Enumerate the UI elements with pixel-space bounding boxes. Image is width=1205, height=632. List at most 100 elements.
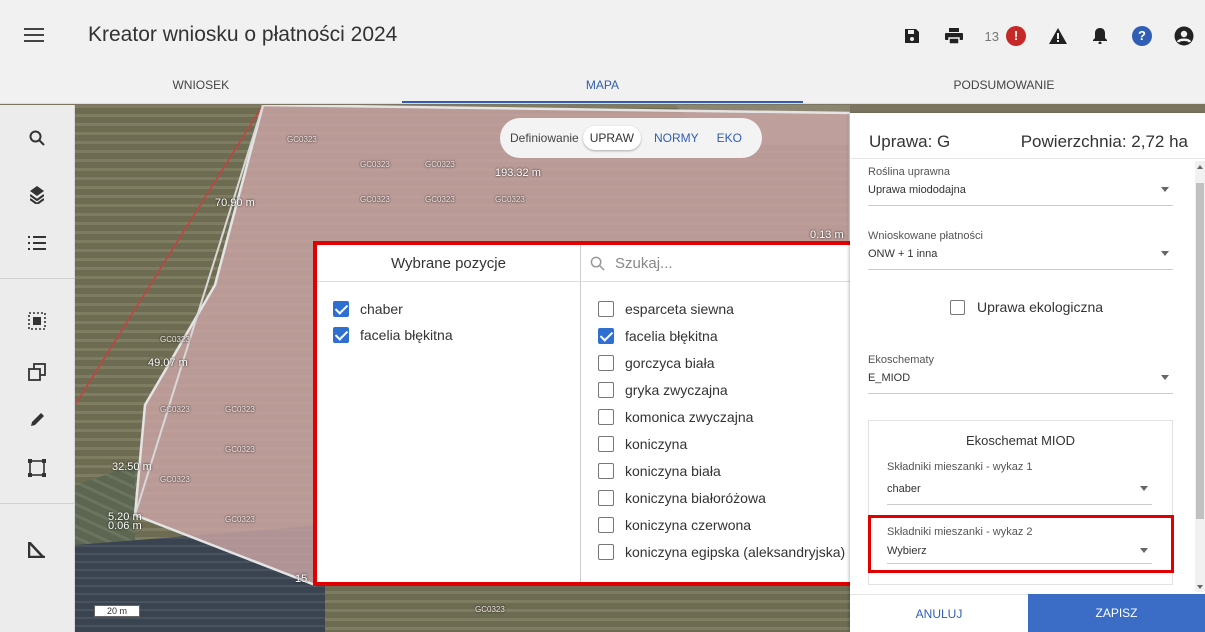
option-item[interactable]: gryka zwyczajna (598, 382, 728, 398)
mixture-list2-value: Wybierz (887, 545, 927, 557)
crop-select[interactable]: Roślina uprawna Uprawa miododajna (868, 166, 1173, 206)
panel-area: Powierzchnia: 2,72 ha (1020, 132, 1188, 151)
selected-item[interactable]: chaber (333, 301, 403, 317)
checkbox-icon[interactable] (598, 490, 614, 506)
parcel-label: GC0323 (287, 135, 317, 144)
option-label: komonica zwyczajna (625, 409, 754, 425)
list-icon[interactable] (22, 228, 52, 258)
option-label: facelia błękitna (625, 328, 718, 344)
tab-mapa[interactable]: MAPA (401, 70, 804, 103)
tab-wniosek[interactable]: WNIOSEK (0, 70, 402, 103)
scroll-up-icon[interactable] (1197, 165, 1203, 169)
mixture-list2-select[interactable]: Składniki mieszanki - wykaz 2 Wybierz (887, 526, 1152, 564)
map-measure-label: 0.13 m (810, 229, 844, 241)
search-input[interactable]: Szukaj... (582, 245, 857, 282)
option-item[interactable]: koniczyna biała (598, 463, 721, 479)
selected-item-label: facelia błękitna (360, 327, 453, 343)
checkbox-icon[interactable] (598, 463, 614, 479)
options-pane: Szukaj... esparceta siewna facelia błęki… (582, 245, 857, 582)
mode-eko-button[interactable]: EKO (710, 126, 749, 150)
map-measure-label: 32.50 m (112, 461, 152, 473)
app-header: Kreator wniosku o płatności 2024 13 ! ? (0, 0, 1205, 70)
organic-crop-label: Uprawa ekologiczna (977, 299, 1104, 315)
toolbar-divider (0, 278, 75, 279)
checkbox-checked-icon[interactable] (333, 301, 349, 317)
parcel-label: GC0323 (425, 160, 455, 169)
app-title: Kreator wniosku o płatności 2024 (88, 23, 398, 46)
pencil-icon[interactable] (22, 405, 52, 435)
mixture-list1-value: chaber (887, 483, 921, 495)
mixture-list1-select[interactable]: Składniki mieszanki - wykaz 1 chaber (887, 461, 1152, 505)
selected-item[interactable]: facelia błękitna (333, 327, 453, 343)
parcel-label: GC0323 (425, 195, 455, 204)
option-label: koniczyna (625, 436, 688, 452)
chevron-down-icon (1140, 548, 1148, 553)
option-item[interactable]: facelia błękitna (598, 328, 718, 344)
map-measure-label: 49.07 m (148, 357, 188, 369)
checkbox-icon[interactable] (598, 544, 614, 560)
checkbox-checked-icon[interactable] (333, 327, 349, 343)
mixture-multiselect-popup: Wybrane pozycje chaber facelia błękitna … (313, 241, 861, 586)
payments-select[interactable]: Wnioskowane płatności ONW + 1 inna (868, 230, 1173, 270)
save-icon[interactable] (901, 25, 923, 47)
option-item[interactable]: esparceta siewna (598, 301, 734, 317)
cancel-button[interactable]: ANULUJ (850, 594, 1028, 632)
option-label: koniczyna białoróżowa (625, 490, 766, 506)
panel-scrollbar-thumb[interactable] (1196, 183, 1204, 519)
checkbox-icon[interactable] (598, 382, 614, 398)
ecoschemes-select-label: Ekoschematy (868, 354, 935, 366)
map-measure-label: 70.90 m (215, 197, 255, 209)
option-item[interactable]: koniczyna egipska (aleksandryjska) (598, 544, 845, 560)
header-actions: 13 ! ? (901, 24, 1195, 48)
bounding-box-icon[interactable] (22, 453, 52, 483)
panel-scrollbar[interactable] (1195, 161, 1205, 592)
hamburger-menu-icon[interactable] (24, 28, 44, 44)
error-icon[interactable]: ! (1005, 25, 1027, 47)
panel-title: Uprawa: G (869, 132, 951, 151)
layers-icon[interactable] (22, 180, 52, 210)
search-icon[interactable] (22, 123, 52, 153)
parcel-label: GC0323 (360, 195, 390, 204)
search-placeholder: Szukaj... (615, 254, 673, 272)
user-icon[interactable] (1173, 25, 1195, 47)
chevron-down-icon (1161, 187, 1169, 192)
map-measure-label: 0.06 m (108, 520, 142, 532)
measure-angle-icon[interactable] (22, 535, 52, 565)
parcel-label: GC0323 (475, 605, 505, 614)
mixture-list2-label: Składniki mieszanki - wykaz 2 (887, 526, 1033, 538)
crop-details-panel: Uprawa: G Powierzchnia: 2,72 ha Roślina … (850, 113, 1205, 632)
save-button[interactable]: ZAPISZ (1028, 594, 1205, 632)
print-icon[interactable] (943, 25, 965, 47)
checkbox-icon[interactable] (598, 517, 614, 533)
option-item[interactable]: koniczyna czerwona (598, 517, 751, 533)
checkbox-icon[interactable] (598, 301, 614, 317)
mode-upraw-button[interactable]: UPRAW (582, 126, 641, 150)
bell-icon[interactable] (1089, 25, 1111, 47)
toolbar-divider (0, 503, 75, 504)
scroll-down-icon[interactable] (1197, 585, 1203, 589)
select-area-icon[interactable] (22, 306, 52, 336)
help-icon[interactable]: ? (1131, 25, 1153, 47)
selected-items-pane: Wybrane pozycje chaber facelia błękitna (317, 245, 581, 582)
organic-crop-checkbox[interactable]: Uprawa ekologiczna (950, 299, 1103, 315)
option-item[interactable]: komonica zwyczajna (598, 409, 753, 425)
payments-select-value: ONW + 1 inna (868, 248, 938, 260)
checkbox-icon[interactable] (950, 299, 965, 315)
highlight-frame: Składniki mieszanki - wykaz 2 Wybierz (868, 515, 1174, 573)
option-item[interactable]: koniczyna (598, 436, 687, 452)
copy-icon[interactable] (22, 357, 52, 387)
mode-normy-button[interactable]: NORMY (647, 126, 706, 150)
parcel-label: GC0323 (360, 160, 390, 169)
option-item[interactable]: gorczyca biała (598, 355, 715, 371)
parcel-label: GC0323 (160, 335, 190, 344)
checkbox-checked-icon[interactable] (598, 328, 614, 344)
checkbox-icon[interactable] (598, 436, 614, 452)
tab-podsumowanie[interactable]: PODSUMOWANIE (803, 70, 1205, 103)
warning-icon[interactable] (1047, 25, 1069, 47)
option-label: koniczyna egipska (aleksandryjska) (625, 544, 846, 560)
checkbox-icon[interactable] (598, 355, 614, 371)
ecoschemes-select[interactable]: Ekoschematy E_MIOD (868, 354, 1173, 394)
checkbox-icon[interactable] (598, 409, 614, 425)
definition-mode-label: Definiowanie (510, 131, 579, 145)
option-item[interactable]: koniczyna białoróżowa (598, 490, 766, 506)
